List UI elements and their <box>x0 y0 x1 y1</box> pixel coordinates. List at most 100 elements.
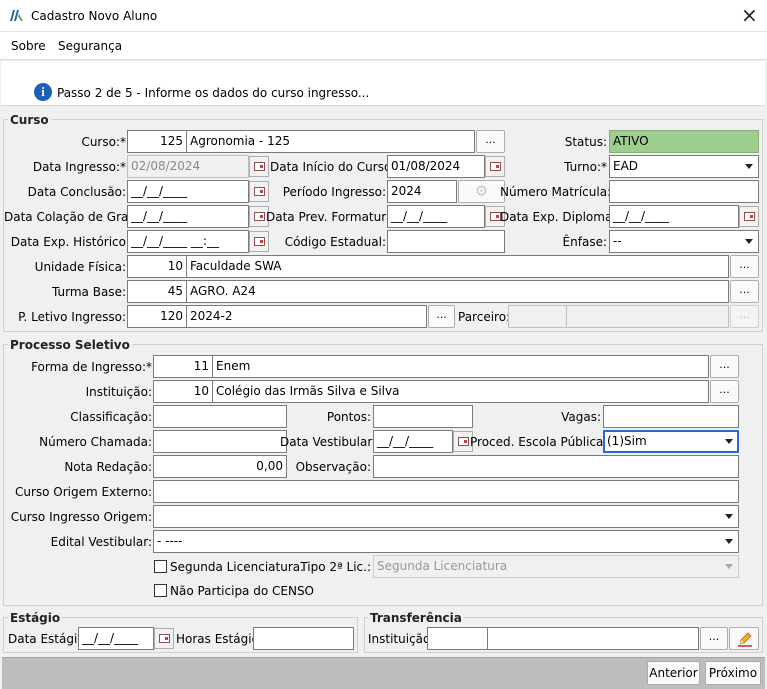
ingresso-origem-select[interactable] <box>153 505 739 528</box>
data-conclusao-calendar-icon[interactable] <box>249 181 269 202</box>
chevron-down-icon <box>745 239 753 244</box>
edital-label: Edital Vestibular: <box>50 535 152 549</box>
turma-label: Turma Base: <box>52 285 126 299</box>
pontos-input[interactable] <box>373 405 473 428</box>
menu-sobre[interactable]: Sobre <box>11 38 46 54</box>
censo-checkbox[interactable] <box>154 584 167 597</box>
matricula-label: Número Matrícula: <box>500 185 612 199</box>
vagas-input[interactable] <box>603 405 739 428</box>
instituicao-name-input[interactable]: Colégio das Irmãs Silva e Silva <box>212 380 709 403</box>
edital-value: - ---- <box>157 534 183 548</box>
codigo-estadual-label: Código Estadual: <box>284 235 386 249</box>
data-estagio-input[interactable]: __/__/____ <box>78 627 154 650</box>
exp-diploma-input[interactable]: __/__/____ <box>609 205 739 228</box>
letivo-code-input[interactable]: 120 <box>127 305 187 328</box>
window-title: Cadastro Novo Aluno <box>31 9 158 23</box>
group-estagio-title: Estágio <box>8 611 63 625</box>
group-curso-title: Curso <box>8 113 51 127</box>
close-icon[interactable]: × <box>741 3 758 27</box>
turno-select[interactable]: EAD <box>609 155 759 178</box>
data-estagio-calendar-icon[interactable] <box>154 628 174 649</box>
instituicao-search-button[interactable]: ... <box>710 380 739 403</box>
group-processo-title: Processo Seletivo <box>8 338 132 352</box>
curso-label: Curso:* <box>81 135 126 149</box>
parceiro-label: Parceiro: <box>458 310 511 324</box>
periodo-gear-button[interactable]: ⚙ <box>458 180 505 203</box>
pencil-icon <box>737 631 753 653</box>
unidade-code-input[interactable]: 10 <box>127 255 187 278</box>
chevron-down-icon <box>725 439 733 444</box>
periodo-input[interactable]: 2024 <box>387 180 457 203</box>
turno-value: EAD <box>613 159 639 173</box>
curso-search-button[interactable]: ... <box>476 130 505 153</box>
app-logo-icon <box>9 9 24 22</box>
transf-inst-label: Instituição: <box>368 632 435 646</box>
segunda-lic-label: Segunda Licenciatura. <box>170 560 304 574</box>
curso-name-input[interactable]: Agronomia - 125 <box>186 130 475 153</box>
tipo-lic-value: Segunda Licenciatura <box>377 559 508 573</box>
observacao-label: Observação: <box>295 460 371 474</box>
next-button[interactable]: Próximo <box>705 661 761 685</box>
edital-select[interactable]: - ---- <box>153 530 739 553</box>
transf-search-button[interactable]: ... <box>700 627 728 650</box>
proced-select[interactable]: (1)Sim <box>603 430 739 453</box>
exp-historico-input[interactable]: __/__/____ __:__ <box>127 230 249 253</box>
gear-icon: ⚙ <box>474 182 489 200</box>
step-banner: i Passo 2 de 5 - Informe os dados do cur… <box>1 61 765 106</box>
data-conclusao-label: Data Conclusão: <box>27 185 126 199</box>
horas-estagio-label: Horas Estágio: <box>176 632 263 646</box>
transf-inst-code-input[interactable] <box>427 627 488 650</box>
data-inicio-calendar-icon[interactable] <box>485 156 505 177</box>
letivo-label: P. Letivo Ingresso: <box>18 310 126 324</box>
prev-formatura-input[interactable]: __/__/____ <box>387 205 485 228</box>
unidade-name-input[interactable]: Faculdade SWA <box>186 255 729 278</box>
origem-externo-input[interactable] <box>153 480 739 503</box>
colacao-input[interactable]: __/__/____ <box>127 205 249 228</box>
forma-code-input[interactable]: 11 <box>153 355 213 378</box>
observacao-input[interactable] <box>373 455 739 478</box>
exp-diploma-calendar-icon[interactable] <box>739 206 759 227</box>
turma-name-input[interactable]: AGRO. A24 <box>186 280 729 303</box>
classificacao-input[interactable] <box>153 405 287 428</box>
codigo-estadual-input[interactable] <box>387 230 505 253</box>
letivo-name-input[interactable]: 2024-2 <box>186 305 427 328</box>
menu-bar: Sobre Segurança <box>0 32 767 60</box>
chamada-input[interactable] <box>153 430 287 453</box>
data-inicio-input[interactable]: 01/08/2024 <box>387 155 485 178</box>
forma-name-input[interactable]: Enem <box>212 355 709 378</box>
transf-edit-button[interactable] <box>729 627 759 650</box>
back-button[interactable]: Anterior <box>647 661 700 685</box>
data-ingresso-calendar-icon[interactable] <box>249 156 269 177</box>
turma-code-input[interactable]: 45 <box>127 280 187 303</box>
classificacao-label: Classificação: <box>70 410 152 424</box>
letivo-search-button[interactable]: ... <box>428 305 455 328</box>
curso-code-input[interactable]: 125 <box>127 130 187 153</box>
instituicao-label: Instituição: <box>85 385 152 399</box>
data-vest-input[interactable]: __/__/____ <box>373 430 453 453</box>
prev-formatura-label: Data Prev. Formatura: <box>266 210 398 224</box>
step-text: Passo 2 de 5 - Informe os dados do curso… <box>57 86 370 100</box>
menu-seguranca[interactable]: Segurança <box>58 38 122 54</box>
transf-inst-name-input[interactable] <box>487 627 699 650</box>
unidade-search-button[interactable]: ... <box>730 255 759 278</box>
exp-historico-calendar-icon[interactable] <box>249 231 269 252</box>
forma-label: Forma de Ingresso:* <box>31 360 152 374</box>
matricula-input[interactable] <box>609 180 759 203</box>
data-ingresso-input: 02/08/2024 <box>127 155 249 178</box>
segunda-lic-checkbox[interactable] <box>154 560 167 573</box>
nota-input[interactable]: 0,00 <box>153 455 287 478</box>
parceiro-name-input <box>566 305 729 328</box>
parceiro-code-input <box>508 305 567 328</box>
tipo-lic-label: Tipo 2ª Lic.: <box>300 560 371 574</box>
instituicao-code-input[interactable]: 10 <box>153 380 213 403</box>
exp-historico-label: Data Exp. Histórico <box>10 235 126 249</box>
group-transferencia-title: Transferência <box>368 611 464 625</box>
turma-search-button[interactable]: ... <box>730 280 759 303</box>
turno-label: Turno:* <box>564 160 607 174</box>
info-icon: i <box>34 83 52 101</box>
enfase-select[interactable]: -- <box>609 230 759 253</box>
horas-estagio-input[interactable] <box>253 627 354 650</box>
title-bar: Cadastro Novo Aluno × <box>0 0 767 32</box>
forma-search-button[interactable]: ... <box>710 355 739 378</box>
data-conclusao-input[interactable]: __/__/____ <box>127 180 249 203</box>
